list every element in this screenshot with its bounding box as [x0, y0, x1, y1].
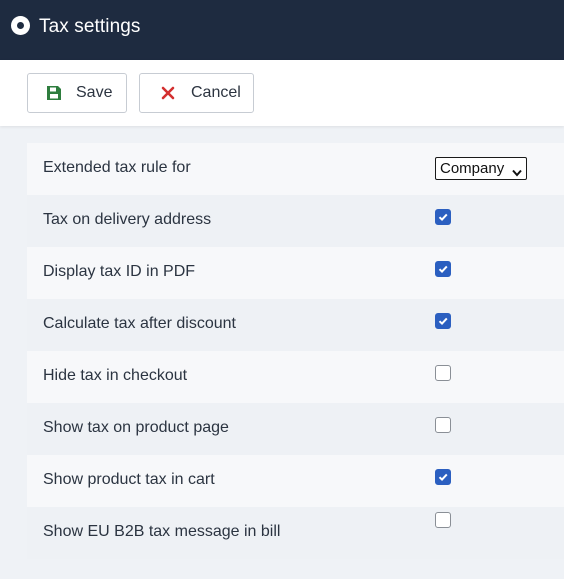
setting-label: Display tax ID in PDF — [43, 263, 196, 280]
setting-row-extended-rule: Extended tax rule for Company — [27, 143, 564, 195]
floppy-disk-icon — [46, 85, 62, 101]
tax-after-discount-checkbox[interactable] — [435, 313, 451, 329]
setting-label: Show tax on product page — [43, 419, 229, 436]
radio-dot-icon — [11, 16, 30, 35]
setting-row: Tax on delivery address — [27, 195, 564, 247]
setting-row: Show tax on product page — [27, 403, 564, 455]
eu-b2b-message-checkbox[interactable] — [435, 512, 451, 528]
page-title: Tax settings — [39, 16, 141, 37]
setting-row: Hide tax in checkout — [27, 351, 564, 403]
setting-label: Tax on delivery address — [43, 211, 212, 228]
setting-label: Calculate tax after discount — [43, 315, 236, 332]
select-value: Company — [440, 160, 505, 177]
save-button-label: Save — [76, 84, 113, 101]
setting-label: Hide tax in checkout — [43, 367, 188, 384]
setting-label: Show EU B2B tax message in bill — [43, 523, 281, 540]
hide-tax-checkout-checkbox[interactable] — [435, 365, 451, 381]
setting-row: Display tax ID in PDF — [27, 247, 564, 299]
tax-delivery-address-checkbox[interactable] — [435, 209, 451, 225]
cancel-button[interactable]: Cancel — [139, 73, 254, 113]
setting-label: Extended tax rule for — [43, 159, 191, 176]
close-icon — [160, 85, 176, 101]
display-tax-id-checkbox[interactable] — [435, 261, 451, 277]
save-button[interactable]: Save — [27, 73, 127, 113]
chevron-down-icon — [512, 164, 522, 181]
setting-row: Calculate tax after discount — [27, 299, 564, 351]
extended-rule-select[interactable]: Company — [435, 157, 527, 180]
cancel-button-label: Cancel — [191, 84, 241, 101]
toolbar: Save Cancel — [0, 60, 564, 126]
show-product-tax-cart-checkbox[interactable] — [435, 469, 451, 485]
setting-row: Show EU B2B tax message in bill — [27, 507, 564, 559]
show-tax-product-page-checkbox[interactable] — [435, 417, 451, 433]
setting-row: Show product tax in cart — [27, 455, 564, 507]
tax-settings-panel: Extended tax rule for Company Tax on del… — [27, 143, 564, 559]
title-bar: Tax settings — [0, 0, 564, 60]
setting-label: Show product tax in cart — [43, 471, 215, 488]
